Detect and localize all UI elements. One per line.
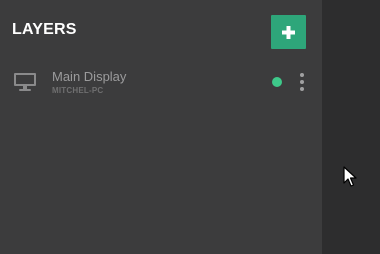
more-options-icon[interactable] xyxy=(295,72,309,92)
layer-machine: MITCHEL-PC xyxy=(52,86,104,95)
app-window: LAYERS Main Display MITCHEL-PC xyxy=(0,0,380,254)
plus-icon xyxy=(282,26,295,39)
panel-title: LAYERS xyxy=(12,21,77,38)
layers-panel: LAYERS Main Display MITCHEL-PC xyxy=(0,0,322,254)
add-layer-button[interactable] xyxy=(271,15,306,49)
status-indicator xyxy=(272,77,282,87)
monitor-icon xyxy=(14,73,36,91)
layers-header: LAYERS xyxy=(0,0,322,64)
mouse-cursor-icon xyxy=(343,166,357,187)
layer-item[interactable]: Main Display MITCHEL-PC xyxy=(0,64,322,100)
canvas-area[interactable] xyxy=(322,0,380,254)
layer-name: Main Display xyxy=(52,69,127,84)
